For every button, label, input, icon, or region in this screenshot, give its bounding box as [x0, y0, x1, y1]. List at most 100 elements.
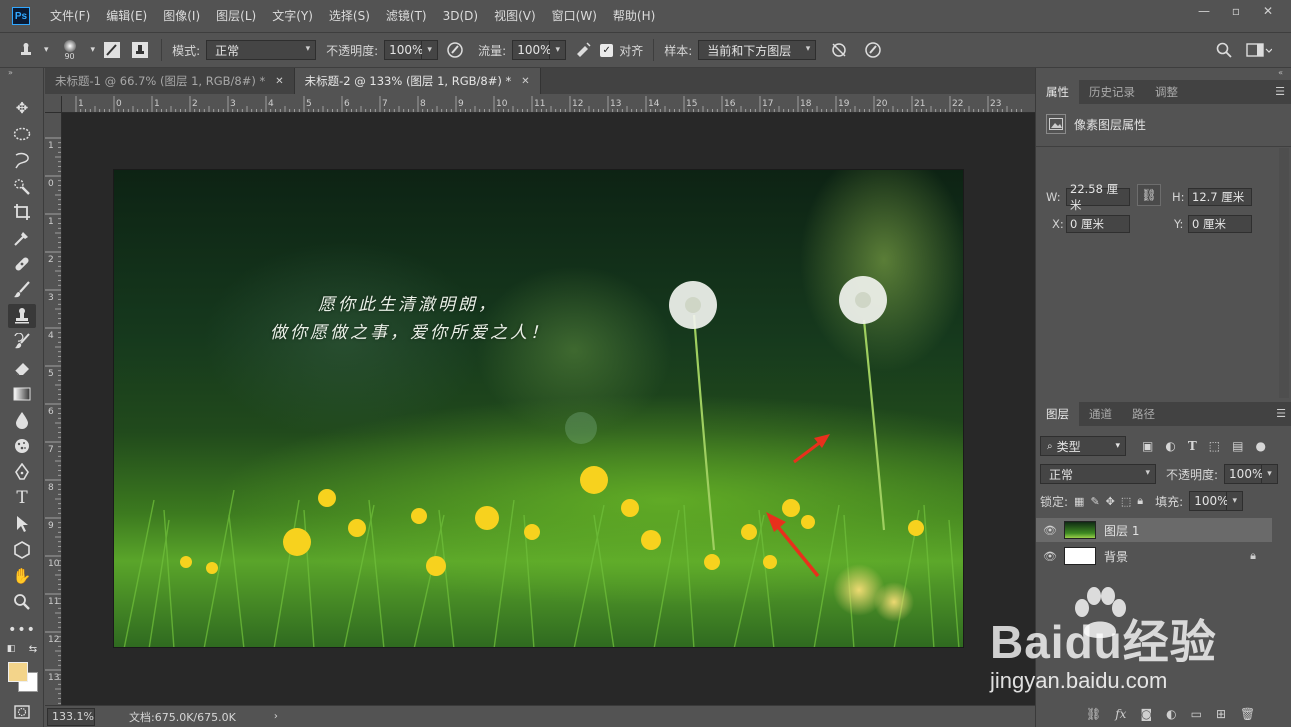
marquee-tool-icon[interactable]	[8, 122, 36, 146]
minimize-button[interactable]: —	[1191, 2, 1217, 20]
menu-3d[interactable]: 3D(D)	[435, 0, 486, 32]
move-tool-icon[interactable]: ✥	[8, 96, 36, 120]
zoom-level-field[interactable]: 133.1%	[47, 707, 95, 726]
chevron-down-icon[interactable]: ▾	[91, 45, 96, 55]
chevron-down-icon[interactable]: ▾	[550, 40, 567, 60]
menu-file[interactable]: 文件(F)	[42, 0, 98, 32]
clone-source-icon[interactable]	[129, 39, 151, 61]
visibility-eye-icon[interactable]: 👁︎	[1036, 524, 1064, 537]
menu-layer[interactable]: 图层(L)	[208, 0, 264, 32]
canvas-area[interactable]: 愿你此生清澈明朗， 做你愿做之事，爱你所爱之人！	[62, 113, 1035, 707]
properties-scrollbar[interactable]	[1279, 148, 1289, 398]
mode-dropdown[interactable]: 正常 ▾	[206, 40, 317, 60]
filter-shape-icon[interactable]: ⬚	[1209, 439, 1220, 453]
filter-adjustment-icon[interactable]: ◐	[1165, 439, 1175, 453]
eraser-tool-icon[interactable]	[8, 356, 36, 380]
new-layer-icon[interactable]: ⊞	[1216, 707, 1226, 721]
lock-transparency-icon[interactable]: ▦	[1074, 495, 1084, 508]
tab-paths[interactable]: 路径	[1122, 402, 1165, 426]
status-menu-chevron[interactable]: ›	[274, 711, 278, 722]
collapse-toolbar-icon[interactable]: »	[0, 68, 43, 80]
tab-layers[interactable]: 图层	[1036, 402, 1079, 426]
align-checkbox[interactable]: ✓	[600, 43, 614, 57]
vertical-ruler[interactable]: 1 0 1 2 3 4 5 6 7 8 9 10 11 12 13	[45, 113, 62, 707]
filter-smart-object-icon[interactable]: ▤	[1232, 439, 1243, 453]
swap-colors-icon[interactable]: ⇆	[26, 642, 40, 656]
brush-tool-icon[interactable]	[8, 278, 36, 302]
y-input[interactable]: 0 厘米	[1188, 215, 1252, 233]
gradient-tool-icon[interactable]	[8, 382, 36, 406]
collapse-panels-icon[interactable]: «	[1036, 68, 1291, 80]
document-image[interactable]: 愿你此生清澈明朗， 做你愿做之事，爱你所爱之人！	[113, 169, 964, 648]
menu-filter[interactable]: 滤镜(T)	[378, 0, 435, 32]
menu-window[interactable]: 窗口(W)	[544, 0, 605, 32]
brush-settings-icon[interactable]	[101, 39, 123, 61]
tab-history[interactable]: 历史记录	[1079, 80, 1145, 104]
chevron-down-icon[interactable]: ▾	[422, 40, 439, 60]
layer-row-layer1[interactable]: 👁︎ 图层 1	[1036, 518, 1272, 542]
hand-tool-icon[interactable]: ✋	[8, 564, 36, 588]
filter-pixel-icon[interactable]: ▣	[1142, 439, 1153, 453]
type-tool-icon[interactable]: T	[8, 486, 36, 510]
history-brush-tool-icon[interactable]	[8, 330, 36, 354]
quick-mask-icon[interactable]	[8, 700, 36, 724]
clone-stamp-tool-icon[interactable]	[8, 304, 36, 328]
path-selection-tool-icon[interactable]	[8, 512, 36, 536]
filter-type-icon[interactable]: T	[1188, 439, 1197, 453]
close-tab-icon[interactable]: ✕	[521, 76, 529, 87]
lock-artboard-icon[interactable]: ⬚	[1121, 495, 1131, 508]
chevron-down-icon[interactable]: ▾	[44, 45, 49, 55]
sample-dropdown[interactable]: 当前和下方图层 ▾	[698, 40, 817, 60]
foreground-color-swatch[interactable]	[8, 662, 28, 682]
tab-properties[interactable]: 属性	[1036, 80, 1079, 104]
panel-menu-icon[interactable]: ☰	[1276, 407, 1286, 420]
crop-tool-icon[interactable]	[8, 200, 36, 224]
document-tab-1[interactable]: 未标题-1 @ 66.7% (图层 1, RGB/8#) * ✕	[45, 68, 295, 94]
eyedropper-tool-icon[interactable]	[8, 226, 36, 250]
blur-tool-icon[interactable]	[8, 408, 36, 432]
default-colors-icon[interactable]: ◧	[4, 642, 18, 656]
add-mask-icon[interactable]: ◙	[1140, 707, 1152, 721]
menu-select[interactable]: 选择(S)	[321, 0, 378, 32]
document-tab-2[interactable]: 未标题-2 @ 133% (图层 1, RGB/8#) * ✕	[294, 68, 541, 94]
ruler-origin[interactable]	[45, 96, 62, 113]
flow-input[interactable]: 100%	[512, 40, 552, 60]
width-input[interactable]: 22.58 厘米	[1066, 182, 1130, 212]
tab-adjustments[interactable]: 调整	[1145, 80, 1188, 104]
close-button[interactable]: ✕	[1255, 2, 1281, 20]
pressure-size-icon[interactable]	[862, 39, 884, 61]
healing-brush-tool-icon[interactable]	[8, 252, 36, 276]
filter-toggle-icon[interactable]: ●	[1255, 439, 1265, 453]
airbrush-icon[interactable]	[572, 39, 594, 61]
zoom-tool-icon[interactable]	[8, 590, 36, 614]
link-dimensions-icon[interactable]: ⛓	[1137, 184, 1161, 206]
menu-edit[interactable]: 编辑(E)	[98, 0, 155, 32]
new-adjustment-layer-icon[interactable]: ◐	[1166, 707, 1176, 721]
opacity-input[interactable]: 100%	[384, 40, 423, 60]
brush-preset-picker[interactable]: 90	[55, 35, 85, 65]
clone-stamp-preset-icon[interactable]	[14, 39, 38, 61]
fill-input[interactable]: 100%	[1189, 491, 1229, 511]
pen-tool-icon[interactable]	[8, 460, 36, 484]
ignore-adjustment-layers-icon[interactable]	[828, 39, 850, 61]
menu-image[interactable]: 图像(I)	[155, 0, 208, 32]
chevron-down-icon[interactable]: ▾	[1262, 464, 1279, 484]
more-tools-icon[interactable]: •••	[8, 618, 36, 642]
new-group-icon[interactable]: ▭	[1191, 707, 1202, 721]
link-layers-icon[interactable]: ⛓	[1086, 707, 1101, 721]
close-tab-icon[interactable]: ✕	[275, 76, 283, 87]
chevron-down-icon[interactable]: ▾	[1227, 491, 1244, 511]
horizontal-ruler[interactable]: 1 0 1 2 3 4 5 6 7 8 9 10 11 12 13 14 15 16 17 18 19 20 21 22 23	[62, 96, 1035, 113]
layer-opacity-input[interactable]: 100%	[1224, 464, 1263, 484]
maximize-button[interactable]: ▫	[1223, 2, 1249, 20]
workspace-icon[interactable]	[1246, 42, 1272, 58]
layer-style-icon[interactable]: fx	[1115, 707, 1126, 721]
panel-menu-icon[interactable]: ☰	[1275, 85, 1285, 98]
layer-filter-dropdown[interactable]: ⌕ 类型 ▾	[1040, 436, 1126, 456]
layer-row-background[interactable]: 👁︎ 背景 🔒︎	[1036, 544, 1272, 568]
pressure-opacity-icon[interactable]	[444, 39, 466, 61]
x-input[interactable]: 0 厘米	[1066, 215, 1130, 233]
lock-all-icon[interactable]: 🔒︎	[1137, 494, 1143, 508]
quick-selection-tool-icon[interactable]	[8, 174, 36, 198]
lasso-tool-icon[interactable]	[8, 148, 36, 172]
